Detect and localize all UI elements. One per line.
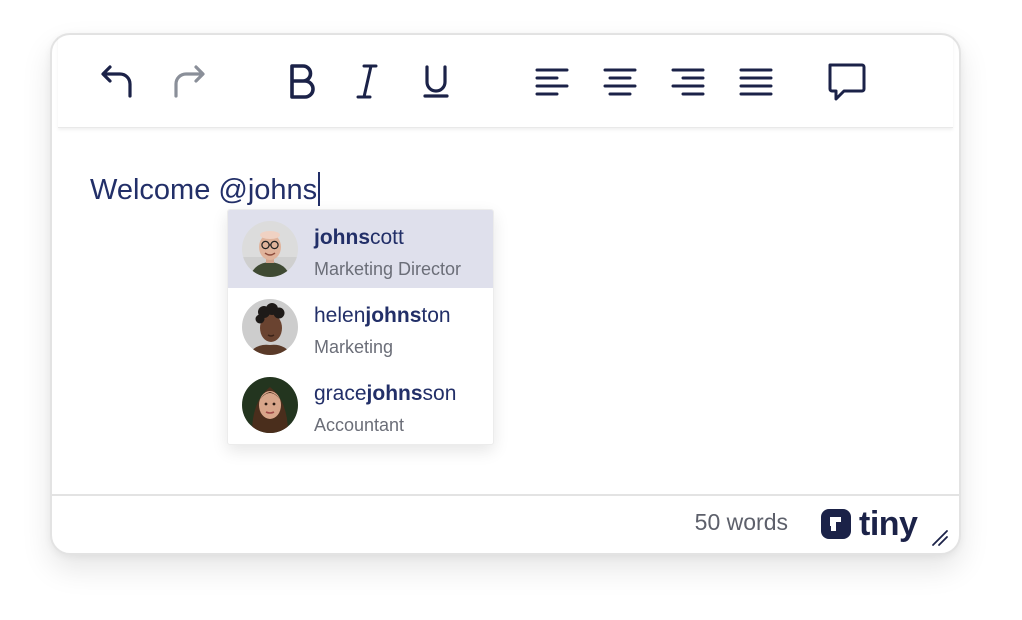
justify-button[interactable] [734,57,778,105]
mention-role: Marketing [314,337,394,357]
tiny-logo-icon [821,509,851,539]
underline-button[interactable] [414,57,458,105]
editor-content[interactable]: Welcome @johns johnscott Marketing Direc… [52,128,959,494]
mention-name: johnscott [314,226,404,249]
mention-name: helenjohnston [314,304,451,327]
avatar-helenjohnston [242,299,298,355]
mention-item-johnscott[interactable]: johnscott Marketing Director [228,210,493,288]
editor-frame: Welcome @johns johnscott Marketing Direc… [50,33,961,555]
align-center-icon [603,68,637,96]
tiny-logo-text: tiny [859,505,918,543]
word-count[interactable]: 50 words [695,509,788,536]
statusbar: 50 words tiny [52,494,959,553]
align-right-icon [671,68,705,96]
align-left-button[interactable] [530,57,574,105]
undo-icon [101,65,132,98]
content-paragraph[interactable]: Welcome @johns [90,172,321,208]
redo-button[interactable] [166,57,210,105]
align-right-button[interactable] [666,57,710,105]
resize-handle[interactable] [931,529,949,547]
italic-icon [356,64,378,99]
underline-icon [423,65,449,98]
comment-button[interactable] [824,57,868,105]
mention-item-helenjohnston[interactable]: helenjohnston Marketing [228,288,493,366]
mention-name: gracejohnsson [314,382,457,405]
avatar-gracejohnsson [242,377,298,433]
comment-icon [828,63,866,101]
resize-grip-icon [932,530,948,546]
tiny-logo[interactable]: tiny [820,505,918,543]
mention-role: Marketing Director [314,259,462,279]
justify-icon [739,68,773,96]
content-text: Welcome @johns [90,174,318,206]
mention-role: Accountant [314,415,405,435]
align-center-button[interactable] [598,57,642,105]
bold-button[interactable] [280,57,324,105]
bold-icon [290,64,315,99]
redo-icon [174,65,205,98]
mention-autocomplete: johnscott Marketing Director helenjohnst… [227,209,494,445]
toolbar [58,35,953,128]
mention-item-gracejohnsson[interactable]: gracejohnsson Accountant [228,366,493,444]
text-caret [318,172,321,206]
italic-button[interactable] [346,57,390,105]
avatar-johnscott [242,221,298,277]
undo-button[interactable] [96,57,140,105]
align-left-icon [535,68,569,96]
